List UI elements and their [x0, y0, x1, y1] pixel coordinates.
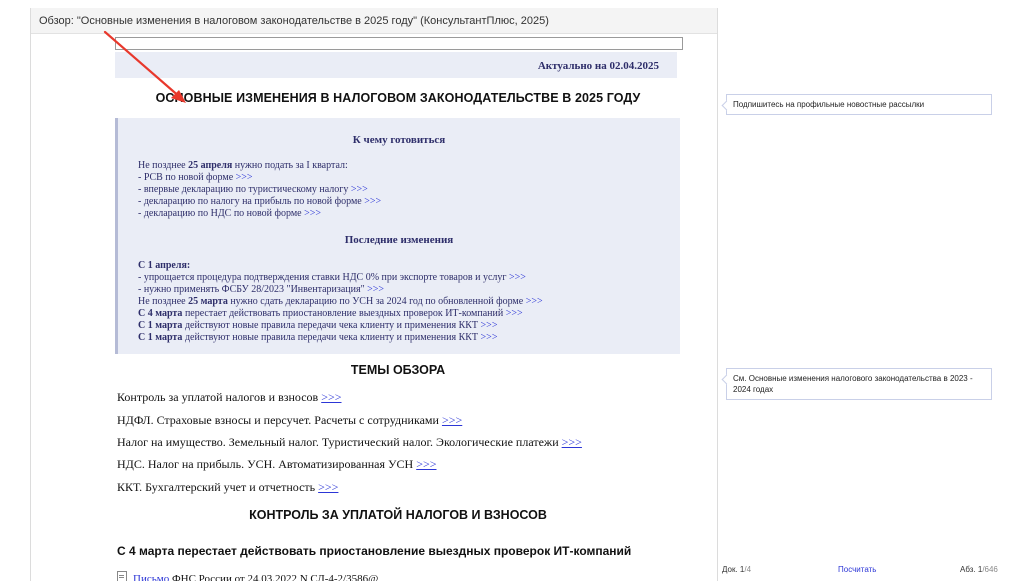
document-panel: Обзор: "Основные изменения в налоговом з… [30, 8, 718, 581]
status-bar: Док. 1/4 Посчитать Абз. 1/646 [716, 562, 1024, 578]
topic-link[interactable]: >>> [442, 413, 462, 427]
latest-item-link[interactable]: >>> [481, 332, 498, 343]
see-also-note[interactable]: См. Основные изменения налогового законо… [726, 368, 992, 400]
prepare-item-link[interactable]: >>> [364, 196, 381, 207]
topic-item: Контроль за уплатой налогов и взносов >>… [117, 390, 342, 404]
latest-item: С 4 марта перестает действовать приостан… [138, 308, 523, 319]
letter-reference: Письмо ФНС России от 24.03.2022 N СД-4-2… [117, 571, 378, 581]
latest-item: С 1 марта действуют новые правила переда… [138, 320, 498, 331]
document-icon [117, 571, 127, 581]
topic-link[interactable]: >>> [321, 390, 341, 404]
letter-link[interactable]: Письмо [133, 573, 169, 581]
latest-item: Не позднее 25 марта нужно сдать декларац… [138, 296, 543, 307]
prepare-item: - впервые декларацию по туристическому н… [138, 184, 368, 195]
prepare-item: - РСВ по новой форме >>> [138, 172, 253, 183]
topic-item: НДФЛ. Страховые взносы и персучет. Расче… [117, 413, 463, 427]
topic-item: Налог на имущество. Земельный налог. Тур… [117, 435, 582, 449]
latest-item-link[interactable]: >>> [481, 320, 498, 331]
latest-item-link[interactable]: >>> [526, 296, 543, 307]
latest-item: - нужно применять ФСБУ 28/2023 "Инвентар… [138, 284, 385, 295]
topic-item: НДС. Налог на прибыль. УСН. Автоматизиро… [117, 457, 437, 471]
topic-link[interactable]: >>> [416, 457, 436, 471]
subscribe-note[interactable]: Подпишитесь на профильные новостные расс… [726, 94, 992, 115]
topics-title: ТЕМЫ ОБЗОРА [350, 363, 446, 377]
topic-link[interactable]: >>> [562, 435, 582, 449]
document-header-title: Обзор: "Основные изменения в налоговом з… [39, 15, 549, 27]
topic-link[interactable]: >>> [318, 480, 338, 494]
latest-item-link[interactable]: >>> [509, 272, 526, 283]
prepare-heading: К чему готовиться [352, 134, 446, 146]
actual-date: Актуально на 02.04.2025 [537, 60, 659, 72]
prepare-item-link[interactable]: >>> [304, 208, 321, 219]
latest-april-label: С 1 апреля: [138, 260, 191, 271]
page-title: ОСНОВНЫЕ ИЗМЕНЕНИЯ В НАЛОГОВОМ ЗАКОНОДАТ… [155, 91, 641, 105]
paragraph-counter: Абз. 1/646 [960, 565, 998, 574]
section-title: КОНТРОЛЬ ЗА УПЛАТОЙ НАЛОГОВ И ВЗНОСОВ [249, 508, 547, 522]
prepare-item-link[interactable]: >>> [351, 184, 368, 195]
document-search-input[interactable] [115, 37, 683, 50]
actual-date-band: Актуально на 02.04.2025 [115, 52, 677, 78]
latest-item-link[interactable]: >>> [506, 308, 523, 319]
prepare-item: - декларацию по НДС по новой форме >>> [138, 208, 322, 219]
annotation-arrow-icon [103, 30, 186, 103]
prepare-intro: Не позднее 25 апреля нужно подать за I к… [138, 160, 348, 171]
count-button[interactable]: Посчитать [838, 565, 876, 574]
latest-item: С 1 марта действуют новые правила переда… [138, 332, 498, 343]
topic-item: ККТ. Бухгалтерский учет и отчетность >>> [117, 480, 339, 494]
summary-box: К чему готовиться Не позднее 25 апреля н… [115, 118, 680, 354]
latest-item-link[interactable]: >>> [367, 284, 384, 295]
prepare-item: - декларацию по налогу на прибыль по нов… [138, 196, 382, 207]
latest-heading: Последние изменения [344, 234, 454, 246]
prepare-item-link[interactable]: >>> [236, 172, 253, 183]
subsection-title: С 4 марта перестает действовать приостан… [117, 544, 632, 558]
latest-item: - упрощается процедура подтверждения ста… [138, 272, 526, 283]
doc-counter: Док. 1/4 [722, 565, 752, 574]
